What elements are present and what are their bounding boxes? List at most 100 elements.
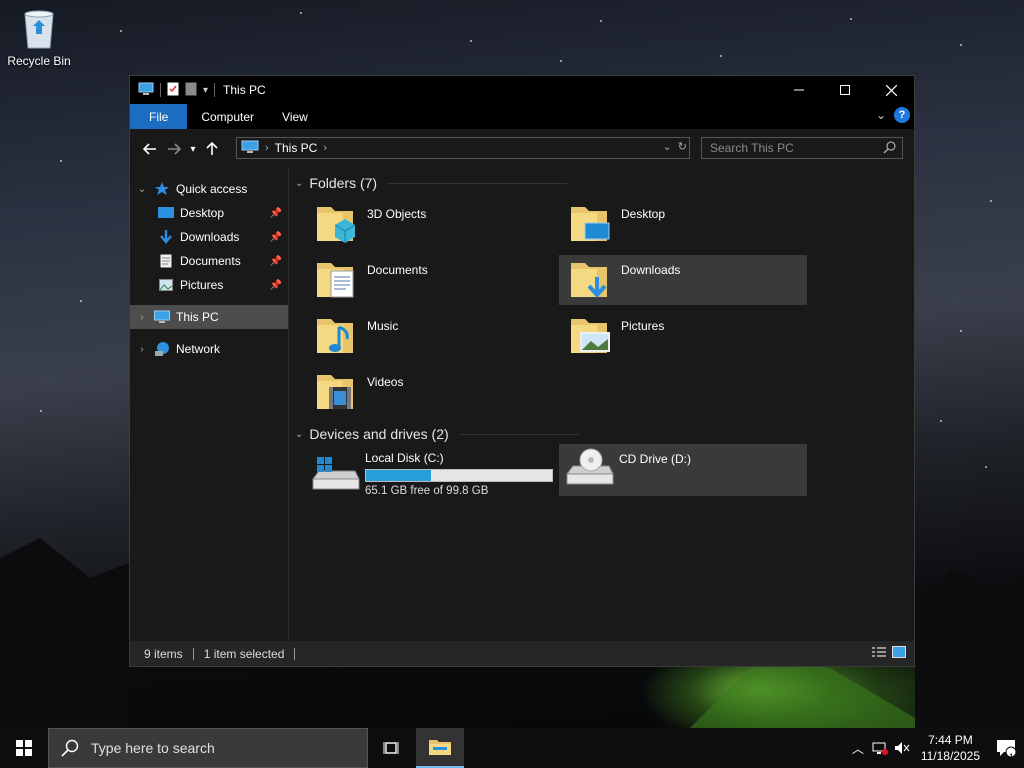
folder-name: Documents bbox=[367, 263, 428, 277]
drive-info: Local Disk (C:) 65.1 GB free of 99.8 GB bbox=[365, 449, 553, 501]
content-pane: ⌄ Folders (7) 3D Objects Desktop Documen… bbox=[289, 169, 914, 641]
folder-name: Desktop bbox=[621, 207, 666, 221]
refresh-icon[interactable]: ↻ bbox=[678, 140, 687, 153]
drive-tile-local-disk[interactable]: Local Disk (C:) 65.1 GB free of 99.8 GB bbox=[305, 449, 553, 501]
breadcrumb-chevron-icon[interactable]: › bbox=[323, 142, 327, 154]
documents-folder-icon bbox=[313, 255, 361, 303]
drive-tile-cd-drive[interactable]: CD Drive (D:) bbox=[559, 444, 807, 496]
windows-logo-icon bbox=[16, 740, 32, 756]
show-hidden-icons-chevron-icon[interactable]: ︿ bbox=[847, 740, 869, 757]
breadcrumb-chevron-icon[interactable]: › bbox=[265, 142, 269, 154]
folder-tile-videos[interactable]: Videos bbox=[305, 367, 553, 417]
folder-name: Videos bbox=[367, 375, 404, 389]
folder-name: Downloads bbox=[621, 263, 681, 277]
window-controls bbox=[776, 76, 914, 104]
videos-folder-icon bbox=[313, 367, 361, 415]
folder-tile-documents[interactable]: Documents bbox=[305, 255, 553, 305]
this-pc-address-icon bbox=[241, 140, 259, 157]
address-bar[interactable]: › This PC › ⌄ ↻ bbox=[236, 137, 690, 159]
navigation-pane: ⌄ Quick access Desktop 📌 Downloads 📌 Doc… bbox=[130, 169, 289, 641]
speaker-muted-icon[interactable] bbox=[891, 741, 913, 755]
chevron-down-icon[interactable]: ⌄ bbox=[295, 429, 303, 440]
customize-toolbar-icon[interactable]: ▾ bbox=[203, 85, 208, 96]
title-bar[interactable]: ▾ This PC bbox=[130, 76, 914, 104]
folder-tile-downloads[interactable]: Downloads bbox=[559, 255, 807, 305]
minimize-button[interactable] bbox=[776, 76, 822, 104]
action-center-button[interactable]: 1 bbox=[988, 739, 1024, 762]
chevron-down-icon[interactable]: ⌄ bbox=[295, 178, 303, 189]
maximize-button[interactable] bbox=[822, 76, 868, 104]
chevron-down-icon: ▾ bbox=[190, 143, 196, 155]
folder-tile-pictures[interactable]: Pictures bbox=[559, 311, 807, 361]
recycle-bin-shortcut[interactable]: Recycle Bin bbox=[4, 6, 74, 68]
clock-time: 7:44 PM bbox=[928, 733, 973, 747]
help-icon[interactable]: ? bbox=[894, 107, 910, 123]
sidebar-item-label: This PC bbox=[176, 310, 219, 324]
clock-date: 11/18/2025 bbox=[920, 749, 980, 763]
cd-drive-icon bbox=[563, 444, 615, 492]
downloads-folder-icon bbox=[567, 255, 615, 303]
sidebar-item-network[interactable]: › Network bbox=[130, 337, 288, 361]
document-icon bbox=[158, 253, 174, 269]
sidebar-item-pictures[interactable]: Pictures 📌 bbox=[130, 273, 288, 297]
search-icon bbox=[883, 141, 896, 157]
forward-arrow-icon bbox=[168, 143, 181, 155]
sidebar-item-desktop[interactable]: Desktop 📌 bbox=[130, 201, 288, 225]
network-disconnected-icon[interactable] bbox=[869, 741, 891, 755]
toolbar-divider bbox=[160, 83, 161, 97]
breadcrumb-this-pc[interactable]: This PC bbox=[275, 141, 318, 155]
navigation-bar: ▾ › This PC › ⌄ ↻ Search This PC bbox=[130, 129, 914, 169]
close-button[interactable] bbox=[868, 76, 914, 104]
sidebar-item-label: Pictures bbox=[180, 278, 224, 292]
chevron-down-icon[interactable]: ⌄ bbox=[136, 184, 148, 195]
details-view-icon[interactable] bbox=[872, 646, 886, 661]
close-icon bbox=[885, 84, 897, 96]
taskbar-search-box[interactable]: Type here to search bbox=[48, 728, 368, 768]
chevron-right-icon[interactable]: › bbox=[136, 344, 148, 355]
task-view-button[interactable] bbox=[368, 728, 416, 768]
properties-icon[interactable] bbox=[167, 82, 179, 99]
sidebar-item-documents[interactable]: Documents 📌 bbox=[130, 249, 288, 273]
sidebar-item-downloads[interactable]: Downloads 📌 bbox=[130, 225, 288, 249]
back-button[interactable] bbox=[138, 137, 162, 161]
tab-computer[interactable]: Computer bbox=[187, 104, 268, 129]
clock[interactable]: 7:44 PM 11/18/2025 bbox=[913, 732, 988, 764]
view-switcher bbox=[872, 646, 906, 661]
search-box[interactable]: Search This PC bbox=[701, 137, 903, 159]
devices-group-header[interactable]: ⌄ Devices and drives (2) bbox=[295, 426, 579, 442]
folders-group-header[interactable]: ⌄ Folders (7) bbox=[295, 175, 568, 191]
sidebar-item-label: Desktop bbox=[180, 206, 225, 220]
sidebar-item-label: Network bbox=[176, 342, 221, 356]
explorer-body: ⌄ Quick access Desktop 📌 Downloads 📌 Doc… bbox=[130, 169, 914, 641]
chevron-right-icon[interactable]: › bbox=[136, 312, 148, 323]
folders-header-label: Folders (7) bbox=[309, 175, 378, 191]
sidebar-item-this-pc[interactable]: › This PC bbox=[130, 305, 288, 329]
expand-ribbon-icon[interactable]: ⌄ bbox=[876, 108, 886, 122]
new-folder-icon[interactable] bbox=[185, 82, 197, 99]
folder-tile-3d-objects[interactable]: 3D Objects bbox=[305, 199, 553, 249]
start-button[interactable] bbox=[0, 728, 48, 768]
folder-name: Pictures bbox=[621, 319, 665, 333]
tab-file[interactable]: File bbox=[130, 104, 188, 129]
large-icons-view-icon[interactable] bbox=[892, 646, 906, 661]
up-button[interactable] bbox=[200, 137, 224, 161]
taskbar-file-explorer[interactable] bbox=[416, 728, 464, 768]
forward-button[interactable] bbox=[162, 137, 186, 161]
folder-tile-music[interactable]: Music bbox=[305, 311, 553, 361]
desktop-folder-icon bbox=[158, 205, 174, 221]
drive-usage-fill bbox=[366, 470, 432, 481]
hard-drive-icon bbox=[309, 449, 361, 497]
recent-locations-button[interactable]: ▾ bbox=[186, 137, 200, 161]
pin-icon: 📌 bbox=[269, 207, 282, 219]
maximize-icon bbox=[840, 85, 850, 95]
address-dropdown-icon[interactable]: ⌄ bbox=[663, 140, 672, 153]
folder-tile-desktop[interactable]: Desktop bbox=[559, 199, 807, 249]
sidebar-item-quick-access[interactable]: ⌄ Quick access bbox=[130, 177, 288, 201]
3d-objects-folder-icon bbox=[313, 199, 361, 247]
notification-count: 1 bbox=[1009, 752, 1015, 762]
taskbar-search-placeholder: Type here to search bbox=[91, 740, 215, 756]
folder-name: 3D Objects bbox=[367, 207, 427, 221]
tab-view[interactable]: View bbox=[268, 104, 322, 129]
drive-info: CD Drive (D:) bbox=[619, 444, 691, 496]
